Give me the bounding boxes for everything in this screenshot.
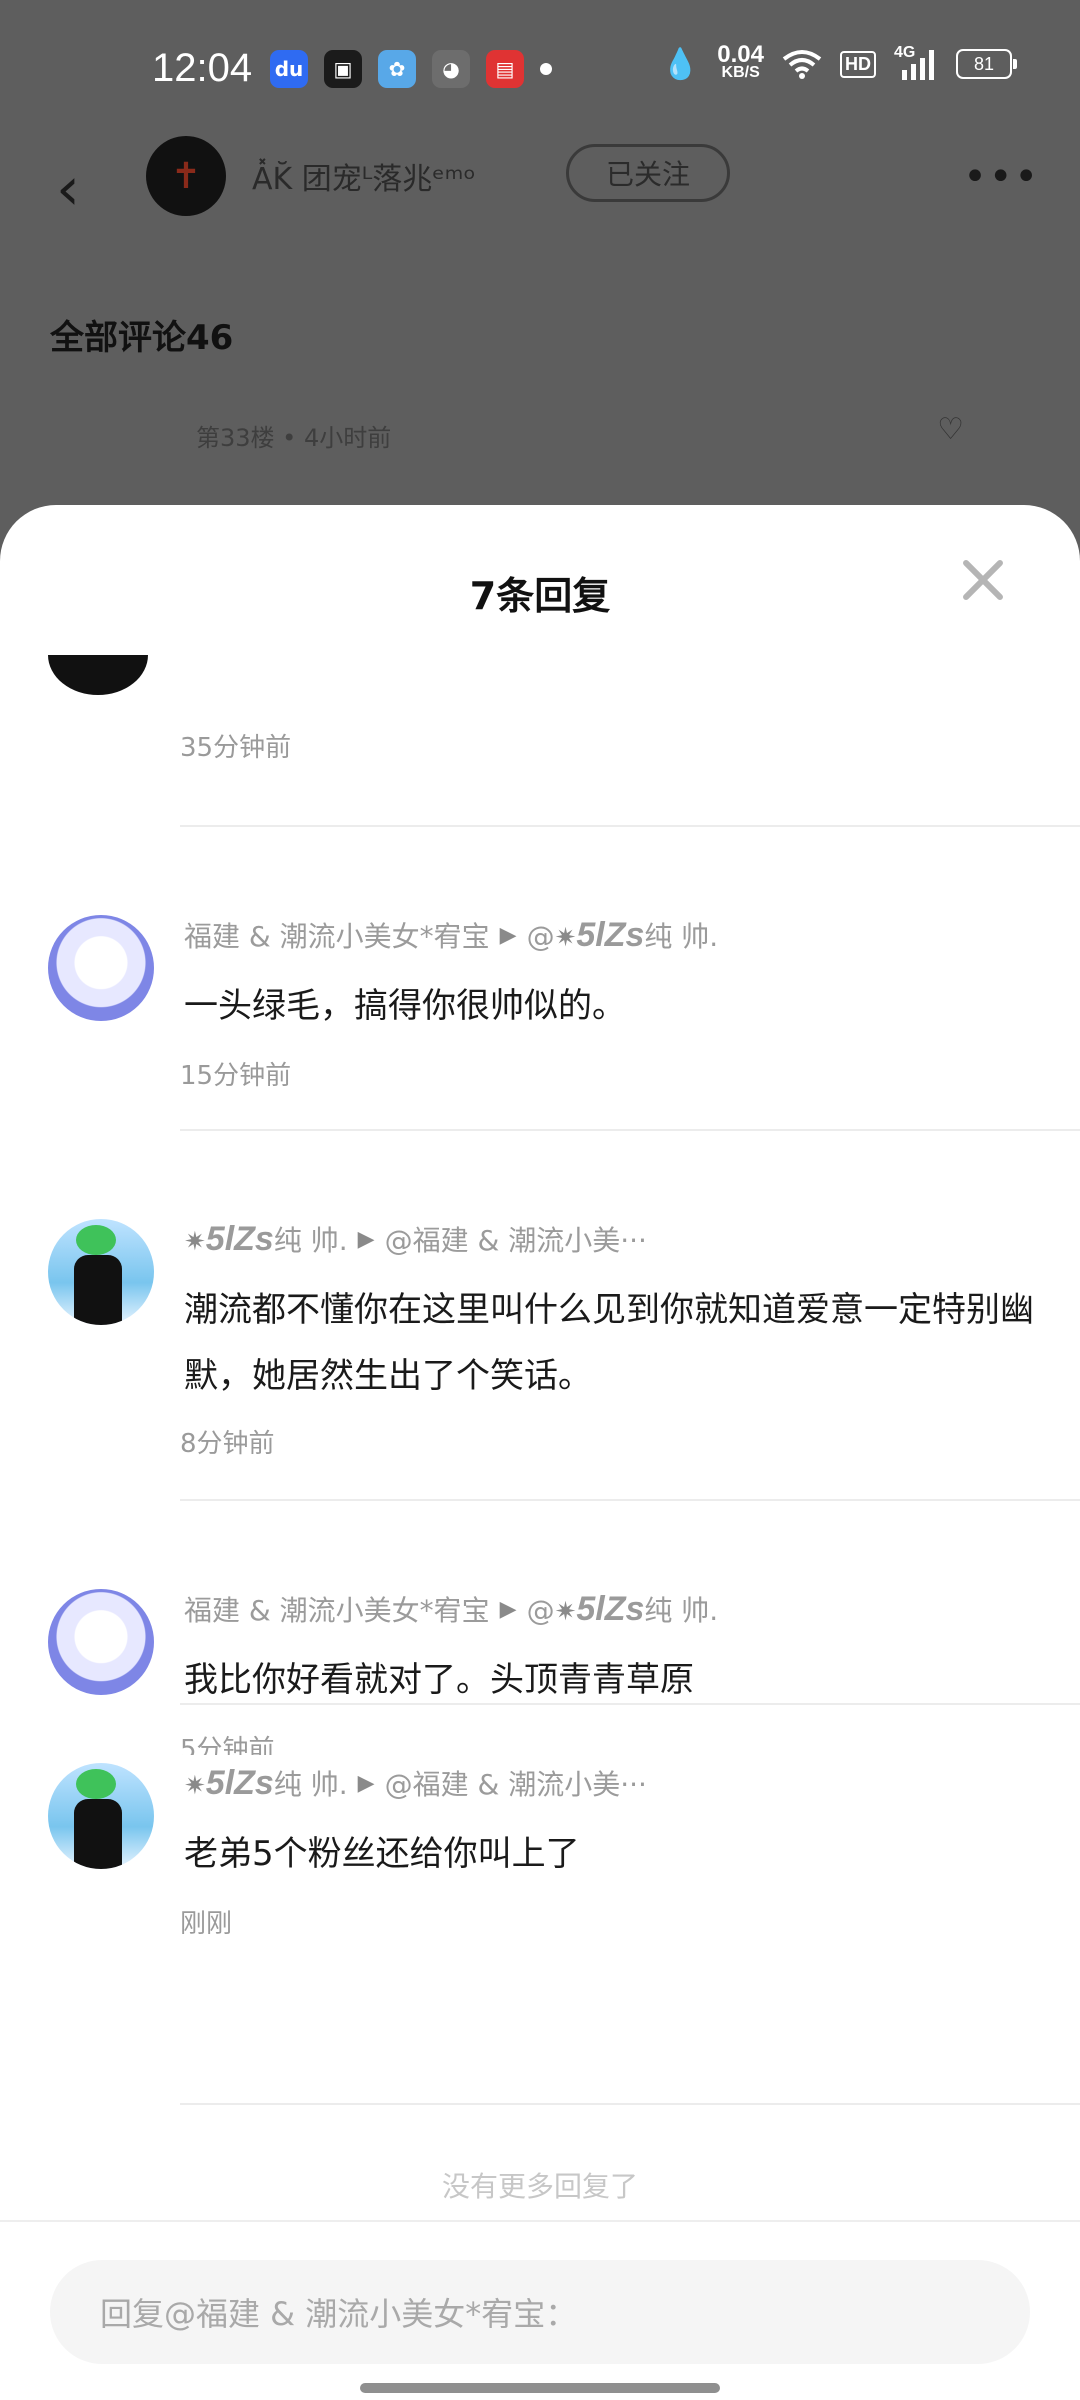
back-icon[interactable]: ‹ [56, 154, 80, 224]
speed-value: 0.04 [717, 41, 764, 68]
list-item[interactable]: ✷5lZs纯 帅. ▶ @福建 & 潮流小美··· 老弟5个粉丝还给你叫上了 刚… [0, 1723, 1080, 2023]
baidu-app-icon: du [270, 50, 308, 88]
divider [180, 1703, 1080, 1705]
reply-meta: ✷5lZs纯 帅. ▶ @福建 & 潮流小美··· [184, 1219, 647, 1259]
wechat-icon: ◕ [432, 50, 470, 88]
reply-target-suffix: 纯 帅. [644, 1594, 719, 1627]
replies-sheet: 7条回复 35分钟前 福建 & 潮流小美女*宥宝 ▶ @✷5lZs纯 帅. 一头… [0, 505, 1080, 2400]
hd-badge: HD [840, 50, 876, 78]
reply-author-suffix: 纯 帅. [273, 1768, 348, 1801]
floor-meta: 第33楼 • 4小时前 [196, 424, 392, 452]
author-avatar[interactable]: ✝ [146, 136, 226, 216]
reply-time: 8分钟前 [180, 1429, 275, 1459]
more-notifications-dot-icon [540, 63, 552, 75]
divider [180, 1129, 1080, 1131]
shop-app-icon: ▤ [486, 50, 524, 88]
no-more-replies: 没有更多回复了 [441, 2170, 638, 2203]
reply-target-suffix: 纯 帅. [644, 920, 719, 953]
reply-author[interactable]: 福建 & 潮流小美女*宥宝 [184, 1589, 490, 1629]
list-item[interactable]: ✷5lZs纯 帅. ▶ @福建 & 潮流小美··· 潮流都不懂你在这里叫什么见到… [0, 1179, 1080, 1499]
wifi-icon [782, 50, 822, 79]
reply-author-suffix: 纯 帅. [273, 1224, 348, 1257]
reply-target[interactable]: @福建 & 潮流小美··· [385, 1763, 647, 1803]
comments-count-heading: 全部评论46 [50, 318, 234, 358]
reply-target[interactable]: @✷5lZs纯 帅. [527, 1589, 719, 1629]
video-app-icon: ▣ [324, 50, 362, 88]
reply-text[interactable]: 潮流都不懂你在这里叫什么见到你就知道爱意一定特别幽默，她居然生出了个笑话。 [184, 1277, 1034, 1409]
reply-meta: 福建 & 潮流小美女*宥宝 ▶ @✷5lZs纯 帅. [184, 915, 718, 955]
status-bar: 12:04 du ▣ ✿ ◕ ▤ 💧 0.04 KB/S HD 4G 81 [0, 0, 1080, 140]
network-type: 4G [894, 44, 916, 61]
reply-target-brand: 5lZs [576, 916, 645, 954]
spider-icon: ✷ [184, 1771, 206, 1801]
reply-target-prefix: @ [526, 1594, 555, 1627]
spider-icon: ✷ [554, 923, 577, 953]
divider [180, 1499, 1080, 1501]
divider [0, 2220, 1080, 2222]
reply-input[interactable]: 回复@福建 & 潮流小美女*宥宝： [50, 2260, 1030, 2364]
reply-list[interactable]: 35分钟前 福建 & 潮流小美女*宥宝 ▶ @✷5lZs纯 帅. 一头绿毛，搞得… [0, 655, 1080, 1755]
author-username[interactable]: A̽K̆ 团宠ᴸ落兆ᵉᵐᵒ [252, 154, 476, 198]
reply-author[interactable]: ✷5lZs纯 帅. [184, 1763, 348, 1803]
notification-icons: du ▣ ✿ ◕ ▤ [270, 50, 552, 88]
network-speed: 0.04 KB/S [717, 41, 764, 82]
reply-author-brand: 5lZs [205, 1764, 274, 1802]
reply-text[interactable]: 老弟5个粉丝还给你叫上了 [184, 1821, 1034, 1887]
reply-author-brand: 5lZs [205, 1220, 274, 1258]
reply-target-prefix: @ [526, 920, 555, 953]
reply-input-placeholder: 回复@福建 & 潮流小美女*宥宝： [100, 2295, 578, 2333]
reply-meta: 福建 & 潮流小美女*宥宝 ▶ @✷5lZs纯 帅. [184, 1589, 718, 1629]
avatar[interactable] [48, 1589, 154, 1695]
like-icon[interactable]: ♡ [937, 412, 964, 447]
reply-arrow-icon: ▶ [357, 1226, 375, 1252]
reply-meta: ✷5lZs纯 帅. ▶ @福建 & 潮流小美··· [184, 1763, 647, 1803]
reply-author[interactable]: 福建 & 潮流小美女*宥宝 [184, 915, 490, 955]
signal-icon: 4G [894, 44, 938, 80]
reply-arrow-icon: ▶ [499, 922, 517, 948]
divider [180, 2103, 1080, 2105]
top-bar: ‹ ✝ A̽K̆ 团宠ᴸ落兆ᵉᵐᵒ 已关注 ••• [0, 130, 1080, 250]
reply-target[interactable]: @✷5lZs纯 帅. [527, 915, 719, 955]
reply-time: 35分钟前 [180, 733, 292, 763]
reply-time: 刚刚 [180, 1909, 233, 1939]
reply-arrow-icon: ▶ [357, 1770, 375, 1796]
data-saver-icon: 💧 [661, 47, 700, 81]
avatar[interactable] [48, 1219, 154, 1325]
more-options-icon[interactable]: ••• [963, 154, 1040, 200]
spider-icon: ✷ [184, 1227, 206, 1257]
reply-time: 15分钟前 [180, 1061, 292, 1091]
reply-author[interactable]: ✷5lZs纯 帅. [184, 1219, 348, 1259]
reply-target-brand: 5lZs [576, 1590, 645, 1628]
reply-text[interactable]: 一头绿毛，搞得你很帅似的。 [184, 973, 1034, 1039]
game-app-icon: ✿ [378, 50, 416, 88]
reply-arrow-icon: ▶ [499, 1596, 517, 1622]
avatar[interactable] [48, 1763, 154, 1869]
status-right: 💧 0.04 KB/S HD 4G 81 [661, 41, 1017, 82]
spider-icon: ✷ [554, 1597, 577, 1627]
avatar[interactable] [48, 915, 154, 1021]
divider [180, 825, 1080, 827]
reply-target[interactable]: @福建 & 潮流小美··· [385, 1219, 647, 1259]
speed-unit: KB/S [721, 64, 760, 81]
status-time: 12:04 [152, 46, 253, 90]
avatar[interactable] [48, 655, 148, 695]
battery-icon: 81 [956, 49, 1017, 79]
close-icon[interactable] [958, 555, 1008, 605]
sheet-title: 7条回复 [469, 574, 611, 618]
follow-button[interactable]: 已关注 [566, 144, 730, 202]
home-indicator[interactable] [360, 2383, 720, 2393]
